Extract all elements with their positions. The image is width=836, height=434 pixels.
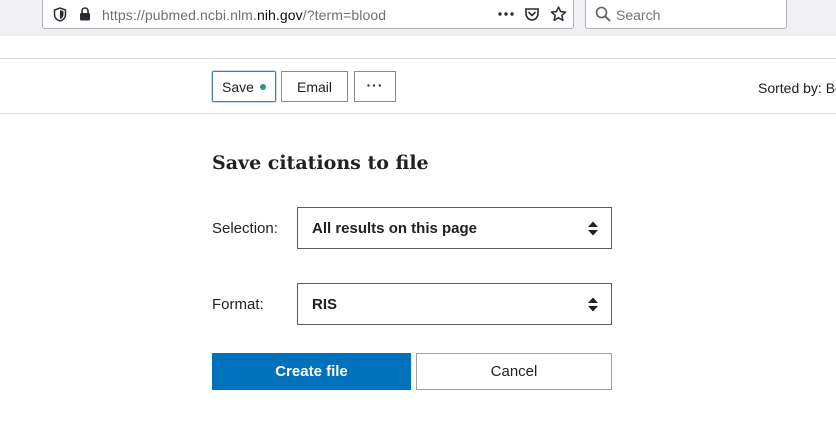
more-actions-button[interactable]: ···: [354, 71, 396, 102]
format-value: RIS: [312, 295, 338, 313]
browser-search-bar[interactable]: Search: [585, 0, 787, 29]
sort-control[interactable]: Sorted by: Be: [758, 80, 836, 96]
url-text[interactable]: https://pubmed.ncbi.nlm.nih.gov/?term=bl…: [102, 7, 386, 23]
pocket-icon[interactable]: [523, 5, 541, 23]
create-file-label: Create file: [275, 363, 348, 380]
more-actions-label: ···: [366, 76, 384, 93]
browser-toolbar: https://pubmed.ncbi.nlm.nih.gov/?term=bl…: [0, 0, 836, 36]
selection-label: Selection:: [212, 220, 278, 237]
save-button[interactable]: Save: [212, 71, 276, 102]
search-icon: [595, 6, 611, 27]
search-placeholder: Search: [616, 7, 661, 23]
shield-icon[interactable]: [53, 7, 67, 27]
cancel-label: Cancel: [490, 363, 538, 380]
url-domain: nih.gov: [256, 7, 303, 23]
save-panel-title: Save citations to file: [212, 152, 429, 174]
more-icon[interactable]: [497, 5, 515, 23]
select-arrows-icon: [587, 296, 599, 317]
cancel-button[interactable]: Cancel: [416, 353, 612, 390]
save-active-indicator: [259, 83, 266, 90]
url-actions: [497, 5, 567, 23]
select-arrows-icon: [587, 220, 599, 241]
create-file-button[interactable]: Create file: [212, 353, 411, 390]
email-button-label: Email: [296, 78, 332, 95]
format-select[interactable]: RIS: [297, 283, 612, 325]
format-label: Format:: [212, 296, 264, 313]
lock-icon[interactable]: [79, 7, 91, 26]
selection-select[interactable]: All results on this page: [297, 207, 612, 249]
address-bar[interactable]: https://pubmed.ncbi.nlm.nih.gov/?term=bl…: [42, 0, 574, 29]
page: https://pubmed.ncbi.nlm.nih.gov/?term=bl…: [0, 0, 836, 434]
results-toolbar: Save Email ··· Sorted by: Be: [0, 58, 836, 114]
email-button[interactable]: Email: [281, 71, 348, 102]
url-suffix: /?term=blood: [302, 7, 387, 23]
url-prefix: https://pubmed.ncbi.nlm.: [102, 7, 257, 23]
selection-value: All results on this page: [312, 219, 478, 237]
bookmark-star-icon[interactable]: [549, 5, 567, 23]
save-button-label: Save: [222, 78, 254, 95]
